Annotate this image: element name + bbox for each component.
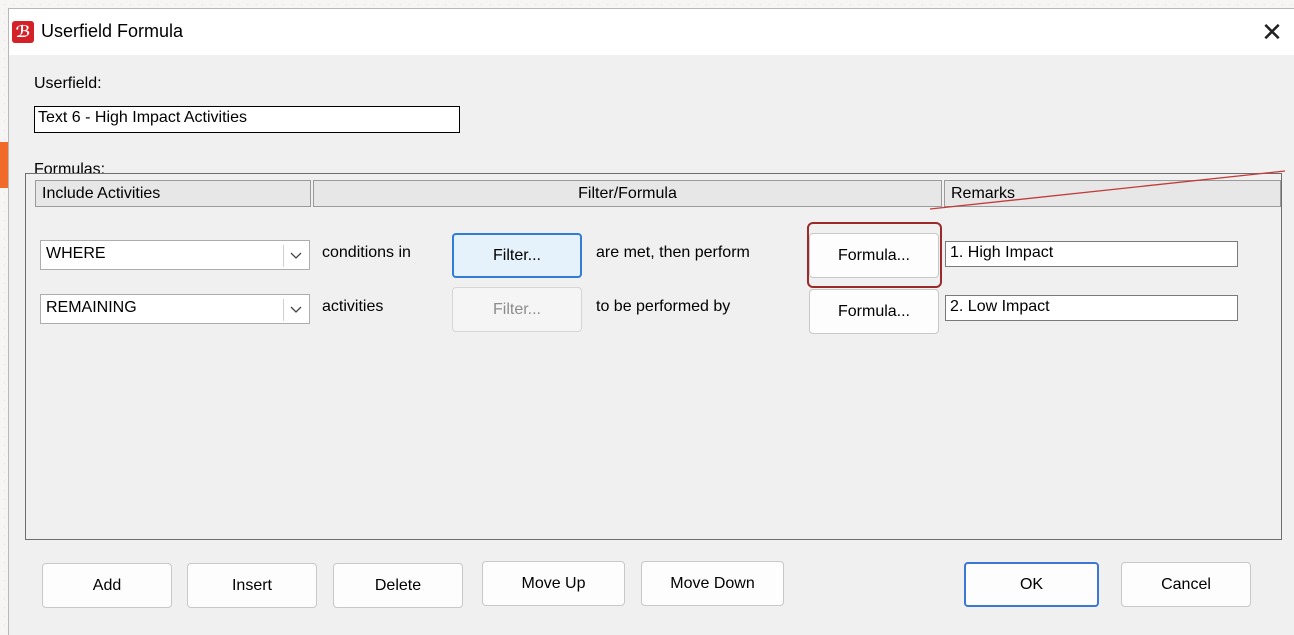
remark-field[interactable]: 1. High Impact: [945, 241, 1238, 267]
formulas-grid: [25, 173, 1282, 540]
insert-button[interactable]: Insert: [187, 563, 317, 608]
title-bar[interactable]: ℬ Userfield Formula ✕: [9, 9, 1294, 55]
column-header-remarks[interactable]: Remarks: [944, 180, 1281, 207]
filter-button-disabled: Filter...: [452, 287, 582, 332]
include-activities-select[interactable]: WHERE: [40, 240, 310, 270]
row-text-activities: activities: [322, 298, 384, 315]
include-activities-select[interactable]: REMAINING: [40, 294, 310, 324]
filter-button[interactable]: Filter...: [452, 233, 582, 278]
background-accent-mark: [0, 142, 8, 188]
chevron-down-icon[interactable]: [283, 245, 308, 267]
row-text-conditions: conditions in: [322, 244, 411, 261]
close-icon: ✕: [1261, 16, 1283, 47]
row-text-performed-by: to be performed by: [596, 298, 731, 315]
column-header-filter-formula[interactable]: Filter/Formula: [313, 180, 942, 207]
add-button[interactable]: Add: [42, 563, 172, 608]
move-down-button[interactable]: Move Down: [641, 561, 784, 606]
include-activities-value: WHERE: [46, 245, 106, 262]
column-header-include-activities[interactable]: Include Activities: [35, 180, 311, 207]
row-text-perform: are met, then perform: [596, 244, 750, 261]
formula-button[interactable]: Formula...: [809, 289, 939, 334]
formula-button-highlight: [807, 222, 942, 288]
cancel-button[interactable]: Cancel: [1121, 562, 1251, 607]
ok-button[interactable]: OK: [964, 562, 1099, 607]
remark-field[interactable]: 2. Low Impact: [945, 295, 1238, 321]
userfield-label: Userfield:: [34, 75, 102, 92]
app-logo-icon: ℬ: [12, 21, 34, 43]
chevron-down-icon[interactable]: [283, 299, 308, 321]
delete-button[interactable]: Delete: [333, 563, 463, 608]
move-up-button[interactable]: Move Up: [482, 561, 625, 606]
userfield-field[interactable]: Text 6 - High Impact Activities: [34, 106, 460, 133]
window-title: Userfield Formula: [41, 21, 184, 41]
close-button[interactable]: ✕: [1249, 9, 1294, 55]
include-activities-value: REMAINING: [46, 299, 137, 316]
